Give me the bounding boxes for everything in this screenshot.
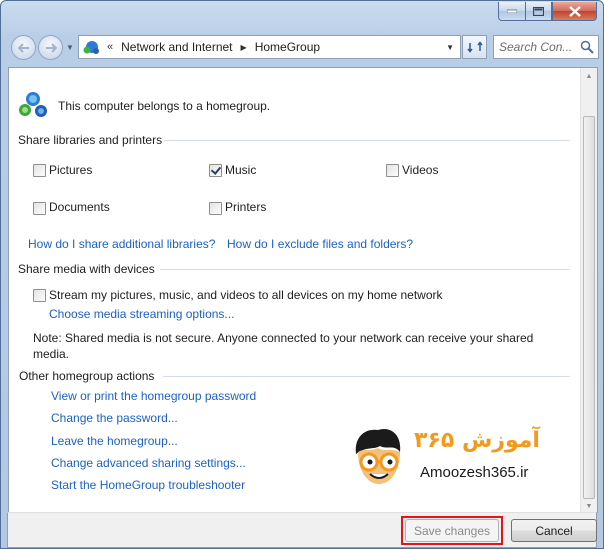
videos-label[interactable]: Videos bbox=[402, 163, 438, 177]
maximize-icon bbox=[533, 6, 544, 16]
videos-checkbox[interactable] bbox=[386, 164, 399, 177]
watermark-persian-text: آموزش ۳۶۵ bbox=[414, 428, 540, 453]
leave-homegroup-link[interactable]: Leave the homegroup... bbox=[51, 434, 178, 448]
button-bar bbox=[7, 512, 597, 548]
search-input[interactable] bbox=[499, 40, 581, 54]
homegroup-troubleshooter-link[interactable]: Start the HomeGroup troubleshooter bbox=[51, 478, 245, 492]
printers-checkbox[interactable] bbox=[209, 202, 222, 215]
scrollbar-thumb[interactable] bbox=[583, 116, 595, 499]
share-libraries-heading: Share libraries and printers bbox=[18, 133, 163, 147]
change-password-link[interactable]: Change the password... bbox=[51, 411, 178, 425]
cancel-button[interactable]: Cancel bbox=[511, 519, 597, 542]
view-print-password-link[interactable]: View or print the homegroup password bbox=[51, 389, 256, 403]
security-note: Note: Shared media is not secure. Anyone… bbox=[33, 331, 534, 361]
back-button[interactable] bbox=[11, 35, 36, 60]
network-globe-icon bbox=[83, 41, 99, 54]
documents-checkbox[interactable] bbox=[33, 202, 46, 215]
watermark-site: Amoozesh365.ir bbox=[420, 464, 529, 481]
navigation-bar: ▼ « Network and Internet ▶ HomeGroup ▼ bbox=[7, 33, 599, 61]
forward-button[interactable] bbox=[38, 35, 63, 60]
music-label[interactable]: Music bbox=[225, 163, 256, 177]
other-actions-heading: Other homegroup actions bbox=[19, 369, 155, 383]
homegroup-status-text: This computer belongs to a homegroup. bbox=[58, 99, 271, 113]
address-bar[interactable]: « Network and Internet ▶ HomeGroup ▼ bbox=[78, 35, 461, 59]
printers-label[interactable]: Printers bbox=[225, 200, 266, 214]
homegroup-icon bbox=[19, 92, 47, 117]
section-divider bbox=[164, 140, 570, 141]
vertical-scrollbar[interactable]: ▲ ▼ bbox=[580, 68, 597, 514]
minimize-icon bbox=[507, 9, 517, 13]
stream-media-label[interactable]: Stream my pictures, music, and videos to… bbox=[49, 288, 443, 302]
breadcrumb-overflow[interactable]: « bbox=[107, 41, 113, 53]
maximize-button[interactable] bbox=[525, 2, 552, 21]
breadcrumb-separator-icon[interactable]: ▶ bbox=[241, 43, 247, 52]
minimize-button[interactable] bbox=[498, 2, 525, 21]
share-media-heading: Share media with devices bbox=[18, 262, 155, 276]
section-divider bbox=[160, 269, 570, 270]
close-icon bbox=[568, 5, 581, 17]
cartoon-face-logo-icon bbox=[355, 428, 401, 484]
address-dropdown-icon[interactable]: ▼ bbox=[446, 43, 454, 52]
music-checkbox[interactable] bbox=[209, 164, 222, 177]
stream-media-checkbox[interactable] bbox=[33, 289, 46, 302]
refresh-icon bbox=[466, 41, 483, 53]
refresh-button[interactable] bbox=[462, 35, 487, 59]
save-changes-button[interactable]: Save changes bbox=[405, 519, 499, 542]
back-arrow-icon bbox=[17, 42, 29, 53]
recent-pages-dropdown-icon[interactable]: ▼ bbox=[66, 43, 74, 52]
pictures-checkbox[interactable] bbox=[33, 164, 46, 177]
breadcrumb-network-and-internet[interactable]: Network and Internet bbox=[121, 40, 232, 54]
search-box[interactable] bbox=[493, 35, 599, 59]
exclude-files-folders-link[interactable]: How do I exclude files and folders? bbox=[227, 237, 413, 251]
section-divider bbox=[163, 376, 570, 377]
pictures-label[interactable]: Pictures bbox=[49, 163, 92, 177]
amoozesh365-watermark: آموزش ۳۶۵ Amoozesh365.ir bbox=[350, 424, 565, 494]
breadcrumb-homegroup[interactable]: HomeGroup bbox=[255, 40, 320, 54]
caption-buttons bbox=[498, 2, 597, 21]
media-streaming-options-link[interactable]: Choose media streaming options... bbox=[49, 307, 234, 321]
forward-arrow-icon bbox=[45, 42, 57, 53]
share-additional-libraries-link[interactable]: How do I share additional libraries? bbox=[28, 237, 215, 251]
search-icon bbox=[580, 40, 594, 54]
advanced-sharing-settings-link[interactable]: Change advanced sharing settings... bbox=[51, 456, 246, 470]
scroll-up-icon[interactable]: ▲ bbox=[581, 68, 597, 84]
close-button[interactable] bbox=[552, 2, 597, 21]
documents-label[interactable]: Documents bbox=[49, 200, 110, 214]
